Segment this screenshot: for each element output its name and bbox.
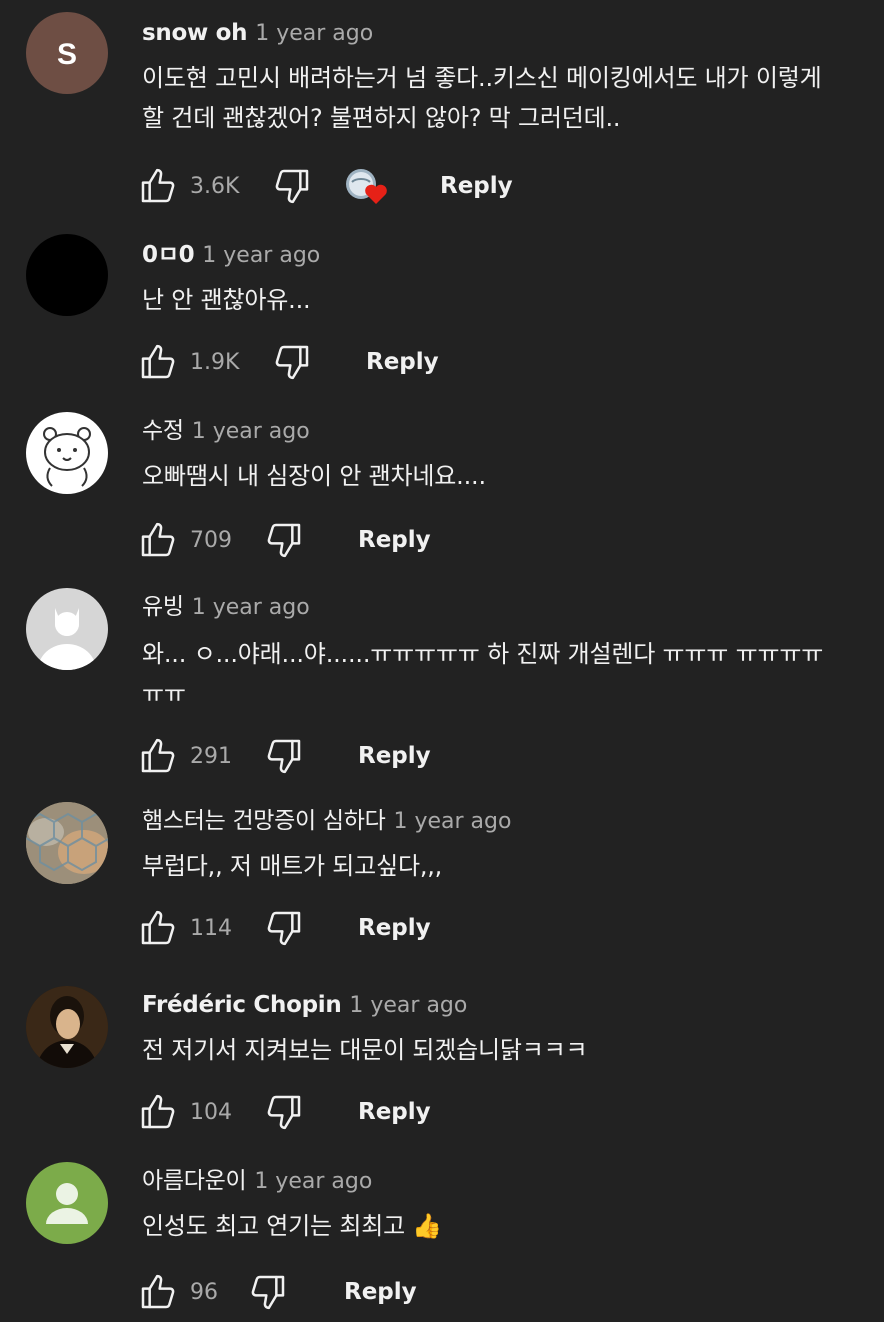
dislike-button[interactable] bbox=[264, 520, 304, 560]
thumbs-down-icon bbox=[267, 911, 301, 946]
dislike-button[interactable] bbox=[264, 1092, 304, 1132]
portrait-avatar-image bbox=[26, 986, 108, 1068]
comment-text: 난 안 괜찮아유... bbox=[142, 286, 311, 314]
comment-time[interactable]: 1 year ago bbox=[393, 809, 511, 834]
reply-button[interactable]: Reply bbox=[358, 743, 431, 769]
comment-author[interactable]: snow oh bbox=[142, 20, 248, 46]
like-count: 114 bbox=[190, 915, 232, 941]
comment-text: 인성도 최고 연기는 최최고 👍 bbox=[142, 1212, 443, 1240]
comment-time[interactable]: 1 year ago bbox=[202, 243, 320, 268]
comment-header: 0ㅁ0 1 year ago bbox=[142, 238, 320, 272]
like-count: 1.9K bbox=[190, 349, 240, 375]
comment-header: Frédéric Chopin 1 year ago bbox=[142, 988, 467, 1022]
reply-button[interactable]: Reply bbox=[344, 1279, 417, 1305]
comment-time[interactable]: 1 year ago bbox=[254, 1169, 372, 1194]
thumbs-up-icon bbox=[141, 344, 175, 379]
reply-button[interactable]: Reply bbox=[440, 173, 513, 199]
comment-author[interactable]: 아름다운이 bbox=[142, 1168, 247, 1194]
comment-header: 햄스터는 건망증이 심하다 1 year ago bbox=[142, 804, 511, 838]
thumbs-down-icon bbox=[275, 169, 309, 204]
thumbs-up-icon bbox=[141, 522, 175, 557]
like-count: 104 bbox=[190, 1099, 232, 1125]
comment-time[interactable]: 1 year ago bbox=[192, 419, 310, 444]
comment-author[interactable]: Frédéric Chopin bbox=[142, 992, 342, 1018]
thumbs-down-icon bbox=[267, 1095, 301, 1130]
creator-heart-icon bbox=[346, 169, 387, 204]
like-button[interactable] bbox=[138, 908, 178, 948]
comment-author[interactable]: 0ㅁ0 bbox=[142, 242, 195, 268]
thumbs-down-icon bbox=[251, 1275, 285, 1310]
like-count: 709 bbox=[190, 527, 232, 553]
like-button[interactable] bbox=[138, 1272, 178, 1312]
default-cat-avatar-image bbox=[38, 608, 96, 670]
comment-text: 오빠땜시 내 심장이 안 괜차네요.... bbox=[142, 462, 486, 490]
comment-time[interactable]: 1 year ago bbox=[192, 595, 310, 620]
like-button[interactable] bbox=[138, 1092, 178, 1132]
avatar[interactable] bbox=[26, 234, 108, 316]
comment-author[interactable]: 유빙 bbox=[142, 594, 184, 620]
reply-button[interactable]: Reply bbox=[366, 349, 439, 375]
like-button[interactable] bbox=[138, 736, 178, 776]
avatar[interactable] bbox=[26, 802, 108, 884]
thumbs-down-icon bbox=[267, 523, 301, 558]
reply-button[interactable]: Reply bbox=[358, 527, 431, 553]
dislike-button[interactable] bbox=[272, 342, 312, 382]
reply-button[interactable]: Reply bbox=[358, 915, 431, 941]
comment-author[interactable]: 햄스터는 건망증이 심하다 bbox=[142, 808, 386, 834]
default-person-avatar-image bbox=[46, 1183, 88, 1224]
like-count: 3.6K bbox=[190, 173, 240, 199]
hamster-photo-avatar-image bbox=[26, 802, 108, 884]
like-button[interactable] bbox=[138, 166, 178, 206]
comment-time[interactable]: 1 year ago bbox=[349, 993, 467, 1018]
comment-text: 부럽다,, 저 매트가 되고싶다,,, bbox=[142, 852, 443, 880]
comment-text: 이도현 고민시 배려하는거 넘 좋다..키스신 메이킹에서도 내가 이렇게 할 … bbox=[142, 64, 822, 132]
creator-heart-badge bbox=[344, 166, 390, 206]
comment-header: 유빙 1 year ago bbox=[142, 590, 310, 624]
like-count: 96 bbox=[190, 1279, 218, 1305]
thumbs-up-icon bbox=[141, 738, 175, 773]
avatar[interactable] bbox=[26, 1162, 108, 1244]
comment-header: 아름다운이 1 year ago bbox=[142, 1164, 372, 1198]
dislike-button[interactable] bbox=[264, 908, 304, 948]
avatar[interactable]: S bbox=[26, 12, 108, 94]
thumbs-up-icon bbox=[141, 910, 175, 945]
comment-time[interactable]: 1 year ago bbox=[255, 21, 373, 46]
comment-header: 수정 1 year ago bbox=[142, 414, 310, 448]
avatar[interactable] bbox=[26, 588, 108, 670]
like-button[interactable] bbox=[138, 520, 178, 560]
reply-button[interactable]: Reply bbox=[358, 1099, 431, 1125]
like-count: 291 bbox=[190, 743, 232, 769]
comment-header: snow oh 1 year ago bbox=[142, 16, 373, 50]
dislike-button[interactable] bbox=[264, 736, 304, 776]
comment-author[interactable]: 수정 bbox=[142, 418, 184, 444]
avatar[interactable] bbox=[26, 412, 108, 494]
like-button[interactable] bbox=[138, 342, 178, 382]
dislike-button[interactable] bbox=[272, 166, 312, 206]
thumbs-down-icon bbox=[275, 345, 309, 380]
thumbs-up-icon bbox=[141, 168, 175, 203]
thumbs-down-icon bbox=[267, 739, 301, 774]
dislike-button[interactable] bbox=[248, 1272, 288, 1312]
bear-avatar-image bbox=[43, 427, 91, 487]
comment-text: 전 저기서 지켜보는 대문이 되겠습니닭ㅋㅋㅋ bbox=[142, 1036, 588, 1064]
thumbs-up-icon bbox=[141, 1274, 175, 1309]
comment-text: 와... ㅇ...야래...야......ㅠㅠㅠㅠㅠ 하 진짜 개설렌다 ㅠㅠㅠ… bbox=[142, 640, 824, 708]
avatar[interactable] bbox=[26, 986, 108, 1068]
thumbs-up-icon bbox=[141, 1094, 175, 1129]
avatar-letter: S bbox=[57, 38, 77, 71]
